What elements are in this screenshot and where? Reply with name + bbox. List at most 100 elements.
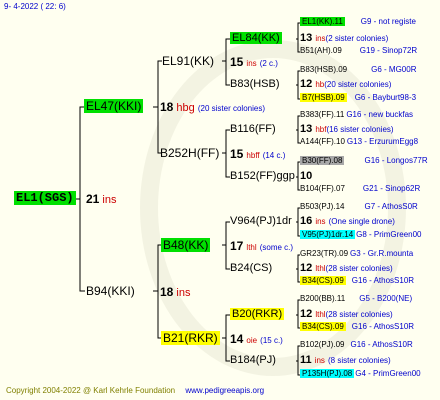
gen4-node[interactable]: V95(PJ)1dr.14 G8 - PrimGreen00: [300, 230, 422, 239]
gen3-id: B24(CS): [230, 262, 273, 274]
gen3-sisters: (28 sister colonies): [325, 264, 393, 273]
gen4-node[interactable]: B51(AH).09 G19 - Sinop72R: [300, 46, 417, 55]
gen2-note: ins: [246, 59, 257, 68]
gen4-node[interactable]: B104(FF).07 G21 - Sinop62R: [300, 184, 420, 193]
gen4-node[interactable]: B102(PJ).09 G16 - AthosS10R: [300, 340, 413, 349]
gen4-node[interactable]: A144(FF).10 G13 - ErzurumEgg8: [300, 137, 418, 146]
gen4-node[interactable]: B34(CS).09 G16 - AthosS10R: [300, 276, 414, 285]
gen4-place: G4 - PrimGreen00: [355, 369, 421, 378]
gen3-num: 12: [300, 262, 313, 274]
gen3-num: 10: [300, 170, 313, 182]
gen2-node[interactable]: B48(KK): [161, 238, 211, 252]
gen3-num: 11: [300, 354, 312, 366]
gen3-stats: 12 lthl(28 sister colonies): [300, 262, 393, 274]
gen4-id: B383(FF).11: [300, 110, 345, 119]
gen3-node[interactable]: B184(PJ): [230, 354, 276, 366]
gen3-id: B83(HSB): [230, 78, 280, 90]
gen2-node[interactable]: B252H(FF): [160, 146, 219, 160]
gen2-id: EL91(KK): [162, 54, 215, 68]
gen3-note: lthl: [315, 310, 326, 319]
root-id: EL1(SGS): [14, 191, 76, 205]
gen1-note: hbg: [176, 102, 195, 114]
gen2-stats: 17 lthl (some c.): [230, 239, 293, 253]
gen1-stats: 18 hbg (20 sister colonies): [160, 100, 265, 114]
gen3-sisters: (One single drone): [328, 217, 395, 226]
gen2-note: lthl: [246, 243, 257, 252]
gen4-place: G8 - PrimGreen00: [356, 230, 422, 239]
gen2-sisters: (15 c.): [260, 336, 283, 345]
gen2-node[interactable]: B21(RKR): [161, 331, 220, 345]
gen4-id: A144(FF).10: [300, 137, 345, 146]
gen4-place: G16 - Longos77R: [364, 156, 428, 165]
gen3-node[interactable]: B116(FF): [230, 123, 276, 135]
gen4-place: G16 - AthosS10R: [350, 340, 413, 349]
gen4-node[interactable]: B7(HSB).09 G6 - Bayburt98-3: [300, 93, 416, 102]
gen3-node[interactable]: EL84(KK): [230, 32, 282, 44]
gen2-node[interactable]: EL91(KK): [162, 54, 214, 68]
gen2-stats: 14 oie (15 c.): [230, 332, 283, 346]
root-stats: 21 ins: [86, 192, 116, 206]
gen3-stats: 12 hb(20 sister colonies): [300, 78, 391, 90]
gen3-node[interactable]: B24(CS): [230, 262, 272, 274]
gen3-num: 16: [300, 215, 313, 227]
gen3-node[interactable]: V964(PJ)1dr: [230, 215, 292, 227]
gen3-stats: 13 ins(2 sister colonies): [300, 32, 388, 44]
gen4-id: B7(HSB).09: [300, 93, 347, 102]
gen4-node[interactable]: B30(FF).08 G16 - Longos77R: [300, 156, 428, 165]
root-num: 21: [86, 192, 100, 206]
gen2-num: 17: [230, 239, 244, 253]
gen4-place: G13 - ErzurumEgg8: [346, 137, 419, 146]
gen4-id: B30(FF).08: [300, 156, 345, 165]
gen4-place: G16 - AthosS10R: [351, 322, 415, 331]
gen4-place: G21 - Sinop62R: [362, 184, 421, 193]
gen2-note: oie: [246, 336, 258, 345]
gen2-id: B48(KK): [161, 238, 211, 252]
gen4-place: G5 - B200(NE): [359, 294, 413, 303]
footer-copyright: Copyright 2004-2022 @ Karl Kehrle Founda…: [6, 386, 264, 395]
gen3-num: 13: [300, 32, 313, 44]
gen3-note: hb: [315, 80, 325, 89]
gen3-id: EL84(KK): [230, 32, 282, 44]
gen1-node[interactable]: B94(KKI): [86, 284, 135, 298]
gen4-id: GR23(TR).09: [300, 249, 349, 258]
gen4-node[interactable]: B200(BB).11 G5 - B200(NE): [300, 294, 412, 303]
footer-website[interactable]: www.pedigreeapis.org: [185, 386, 264, 395]
gen4-place: G16 - new buckfas: [346, 110, 414, 119]
gen3-node[interactable]: B152(FF)ggp: [230, 170, 295, 182]
gen1-sisters: (20 sister colonies): [197, 104, 265, 113]
gen3-node[interactable]: B20(RKR): [230, 308, 285, 320]
gen1-num: 18: [160, 100, 174, 114]
gen4-node[interactable]: P135H(PJ).08 G4 - PrimGreen00: [300, 369, 421, 378]
gen3-stats: 16 ins (One single drone): [300, 215, 395, 227]
gen1-num: 18: [160, 285, 174, 299]
gen4-place: G6 - MG00R: [371, 65, 417, 74]
gen3-stats: 10: [300, 170, 312, 182]
gen4-place: G6 - Bayburt98-3: [354, 93, 417, 102]
gen4-node[interactable]: GR23(TR).09 G3 - Gr.R.mounta: [300, 249, 413, 258]
gen3-node[interactable]: B83(HSB): [230, 78, 280, 90]
gen4-node[interactable]: B503(PJ).14 G7 - AthosS0R: [300, 202, 418, 211]
gen2-stats: 15 hbff (14 c.): [230, 147, 285, 161]
gen3-sisters: (16 sister colonies): [326, 125, 394, 134]
gen3-note: lthl: [315, 264, 326, 273]
gen4-place: G9 - not registe: [360, 17, 416, 26]
gen4-node[interactable]: B83(HSB).09 G6 - MG00R: [300, 65, 416, 74]
gen4-id: P135H(PJ).08: [300, 369, 355, 378]
gen3-sisters: (20 sister colonies): [324, 80, 392, 89]
root-node[interactable]: EL1(SGS): [14, 191, 76, 205]
gen2-id: B252H(FF): [160, 146, 220, 160]
gen3-stats: 12 lthl(28 sister colonies): [300, 308, 393, 320]
gen1-node[interactable]: EL47(KKI): [84, 99, 144, 113]
gen4-node[interactable]: EL1(KK).11 G9 - not registe: [300, 17, 416, 26]
gen2-num: 15: [230, 55, 244, 69]
gen3-num: 12: [300, 78, 313, 90]
gen2-num: 15: [230, 147, 244, 161]
gen4-node[interactable]: B34(CS).09 G16 - AthosS10R: [300, 322, 414, 331]
gen1-note: ins: [176, 287, 191, 299]
gen4-id: V95(PJ)1dr.14: [300, 230, 356, 239]
gen2-sisters: (2 c.): [259, 59, 278, 68]
gen4-place: G3 - Gr.R.mounta: [350, 249, 414, 258]
gen3-id: V964(PJ)1dr: [230, 215, 292, 227]
gen4-node[interactable]: B383(FF).11 G16 - new buckfas: [300, 110, 413, 119]
gen2-num: 14: [230, 332, 244, 346]
